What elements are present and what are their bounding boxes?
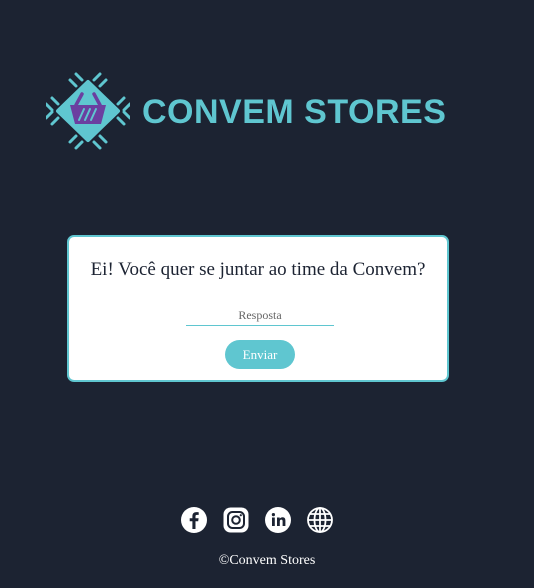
website-link[interactable] [306, 506, 334, 534]
instagram-link[interactable] [222, 506, 250, 534]
globe-icon [307, 507, 333, 533]
shopping-basket-chip-icon [46, 72, 130, 150]
join-team-card: Ei! Você quer se juntar ao time da Conve… [67, 235, 449, 382]
question-text: Ei! Você quer se juntar ao time da Conve… [90, 259, 426, 280]
brand-logo: CONVEM STORES [46, 72, 466, 152]
facebook-link[interactable] [180, 506, 208, 534]
answer-input[interactable] [186, 305, 334, 326]
linkedin-icon [265, 507, 291, 533]
instagram-icon [223, 507, 249, 533]
brand-name: CONVEM STORES [142, 93, 447, 131]
facebook-icon [181, 507, 207, 533]
copyright-text: ©Convem Stores [218, 553, 316, 568]
send-button[interactable]: Enviar [225, 340, 295, 369]
social-links [180, 505, 333, 535]
linkedin-link[interactable] [264, 506, 292, 534]
